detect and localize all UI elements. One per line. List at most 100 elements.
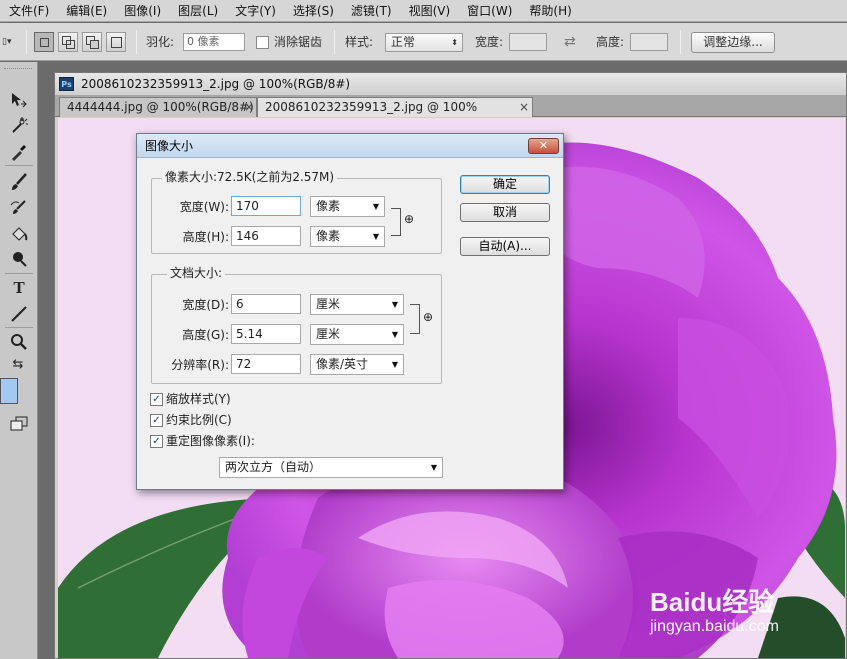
constrain-proportions-checkbox[interactable]: ✓ [150, 414, 163, 427]
doc-height-unit-select[interactable]: 厘米 ▼ [310, 324, 404, 345]
resolution-unit-select[interactable]: 像素/英寸 ▼ [310, 354, 404, 375]
tab-label: 4444444.jpg @ 100%(RGB/8#) [67, 100, 254, 114]
menu-type[interactable]: 文字(Y) [226, 0, 284, 22]
add-selection-button[interactable] [58, 32, 78, 52]
updown-icon: ⬍ [451, 38, 458, 47]
move-tool-icon[interactable] [9, 90, 29, 110]
subtract-selection-button[interactable] [82, 32, 102, 52]
pixel-dimensions-label: 像素大小:72.5K(之前为2.57M) [162, 170, 338, 184]
menu-bar: 文件(F) 编辑(E) 图像(I) 图层(L) 文字(Y) 选择(S) 滤镜(T… [0, 0, 847, 22]
doc-width-unit: 厘米 [316, 297, 341, 311]
menu-image[interactable]: 图像(I) [115, 0, 169, 22]
menu-help[interactable]: 帮助(H) [520, 0, 579, 22]
dropdown-arrow-icon: ▼ [391, 300, 398, 309]
constrain-proportions-label: 约束比例(C) [166, 413, 232, 427]
document-title: 2008610232359913_2.jpg @ 100%(RGB/8#) [81, 77, 351, 91]
scale-styles-label: 缩放样式(Y) [166, 392, 231, 406]
dialog-title-bar[interactable]: 图像大小 ✕ [137, 134, 563, 158]
divider [5, 165, 33, 166]
auto-button[interactable]: 自动(A)... [460, 237, 550, 256]
height-input[interactable] [630, 33, 668, 51]
baidu-watermark-logo: Baidu经验 [650, 587, 775, 617]
doc-width-label: 宽度(D): [182, 298, 229, 312]
divider [136, 30, 137, 54]
chain-link-icon: ⊕ [423, 310, 434, 324]
menu-layer[interactable]: 图层(L) [169, 0, 226, 22]
menu-file[interactable]: 文件(F) [0, 0, 57, 22]
tab-4444444[interactable]: 4444444.jpg @ 100%(RGB/8#) × [59, 97, 257, 117]
paint-bucket-icon[interactable] [9, 224, 29, 244]
document-title-bar[interactable]: Ps 2008610232359913_2.jpg @ 100%(RGB/8#) [55, 73, 846, 95]
pixel-height-unit-select[interactable]: 像素 ▼ [310, 226, 385, 247]
divider [5, 327, 33, 328]
menu-edit[interactable]: 编辑(E) [57, 0, 115, 22]
resample-method-select[interactable]: 两次立方（自动） ▼ [219, 457, 443, 478]
swap-colors-icon[interactable]: ⇆ [8, 354, 28, 374]
tool-preset-icon[interactable]: ▯▾ [2, 33, 11, 51]
width-label: 宽度: [475, 35, 504, 49]
pixel-height-unit: 像素 [316, 229, 341, 243]
doc-height-label: 高度(G): [182, 328, 229, 342]
menu-select[interactable]: 选择(S) [284, 0, 342, 22]
dialog-close-button[interactable]: ✕ [528, 138, 559, 154]
line-tool-icon[interactable] [9, 304, 29, 324]
style-select[interactable]: 正常 ⬍ [385, 33, 463, 52]
resolution-label: 分辨率(R): [171, 358, 229, 372]
pixel-width-unit-select[interactable]: 像素 ▼ [310, 196, 385, 217]
image-size-dialog: 图像大小 ✕ 像素大小:72.5K(之前为2.57M) 宽度(W): 170 像… [136, 133, 564, 490]
feather-input[interactable]: 0 像素 [183, 33, 245, 51]
intersect-selection-button[interactable] [106, 32, 126, 52]
doc-height-unit: 厘米 [316, 327, 341, 341]
resolution-input[interactable]: 72 [231, 354, 301, 374]
quick-mask-icon[interactable] [9, 414, 29, 434]
width-input[interactable] [509, 33, 547, 51]
options-bar: ▯▾ 羽化: 0 像素 消除锯齿 样式: 正常 ⬍ 宽度: ⇄ 高度: 调整边缘… [0, 23, 847, 61]
zoom-tool-icon[interactable] [9, 332, 29, 352]
menu-filter[interactable]: 滤镜(T) [342, 0, 400, 22]
refine-edge-button[interactable]: 调整边缘... [691, 32, 775, 53]
doc-width-unit-select[interactable]: 厘米 ▼ [310, 294, 404, 315]
subtract-selection-icon-2 [90, 40, 99, 49]
menu-view[interactable]: 视图(V) [400, 0, 459, 22]
eyedropper-icon[interactable] [9, 142, 29, 162]
ok-button[interactable]: 确定 [460, 175, 550, 194]
resample-image-checkbox[interactable]: ✓ [150, 435, 163, 448]
feather-label: 羽化: [146, 35, 175, 49]
antialias-label: 消除锯齿 [274, 35, 323, 49]
dropdown-arrow-icon: ▼ [430, 463, 437, 472]
cancel-button[interactable]: 取消 [460, 203, 550, 222]
pixel-width-input[interactable]: 170 [231, 196, 301, 216]
type-tool-icon[interactable]: T [9, 278, 29, 298]
add-selection-icon-2 [66, 40, 75, 49]
magic-wand-icon[interactable] [9, 115, 29, 135]
divider [334, 30, 335, 54]
history-brush-icon[interactable] [9, 198, 29, 218]
brush-icon[interactable] [9, 172, 29, 192]
baidu-watermark-url: jingyan.baidu.com [650, 618, 779, 635]
menu-window[interactable]: 窗口(W) [458, 0, 520, 22]
dropdown-arrow-icon: ▼ [391, 330, 398, 339]
doc-width-input[interactable]: 6 [231, 294, 301, 314]
pixel-height-label: 高度(H): [182, 230, 229, 244]
close-icon[interactable]: × [244, 98, 254, 116]
toolbox: T ⇆ [0, 62, 38, 659]
new-selection-button[interactable] [34, 32, 54, 52]
antialias-checkbox[interactable] [256, 36, 269, 49]
scale-styles-checkbox[interactable]: ✓ [150, 393, 163, 406]
toolbox-grip[interactable] [4, 68, 32, 70]
pixel-width-label: 宽度(W): [179, 200, 229, 214]
doc-height-input[interactable]: 5.14 [231, 324, 301, 344]
pixel-height-input[interactable]: 146 [231, 226, 301, 246]
background-color-swatch[interactable] [0, 378, 18, 404]
chain-link-icon: ⊕ [404, 212, 415, 226]
swap-icon[interactable]: ⇄ [564, 33, 576, 51]
divider [26, 30, 27, 54]
style-label: 样式: [345, 35, 374, 49]
tab-2008610232359913[interactable]: 2008610232359913_2.jpg @ 100%(RGB/8#) × [257, 97, 533, 132]
pixel-width-unit: 像素 [316, 199, 341, 213]
style-value: 正常 [391, 35, 416, 49]
close-icon[interactable]: × [519, 98, 529, 116]
dodge-icon[interactable] [9, 249, 29, 269]
photoshop-icon: Ps [59, 77, 74, 91]
document-size-label: 文档大小: [167, 266, 226, 280]
